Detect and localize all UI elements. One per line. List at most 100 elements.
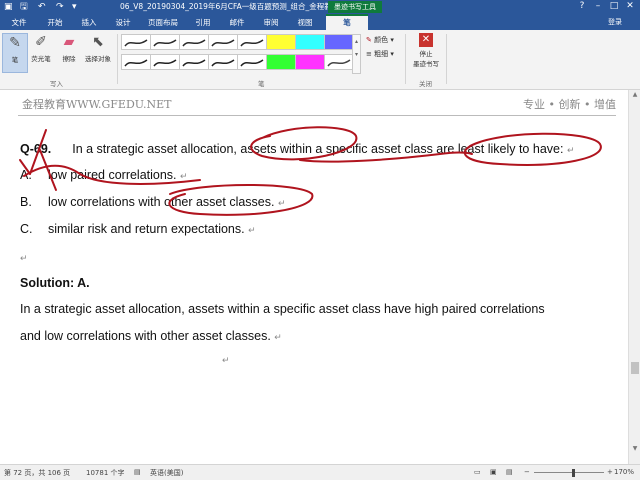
- pen-swatch[interactable]: [208, 34, 238, 50]
- eraser-button[interactable]: ▰ 擦除: [56, 33, 82, 73]
- minimize-icon[interactable]: –: [590, 0, 606, 14]
- sign-in-link[interactable]: 登录: [608, 17, 622, 27]
- document-page[interactable]: 金程教育WWW.GFEDU.NET 专业 • 创新 • 增值 Q-69. In …: [0, 90, 628, 464]
- read-mode-icon[interactable]: ▭: [474, 468, 481, 476]
- solution-heading: Solution: A.: [20, 276, 90, 290]
- pen-swatch[interactable]: [150, 34, 180, 50]
- scroll-up-icon[interactable]: ▲: [629, 90, 640, 100]
- pen-thickness-button[interactable]: ≡ 粗细 ▾: [366, 49, 394, 59]
- option-a: A. low paired correlations. ↵: [20, 168, 188, 182]
- tab-file[interactable]: 文件: [4, 16, 34, 30]
- pen-color-button[interactable]: ✎ 颜色 ▾: [366, 35, 394, 45]
- group-label-write: 写入: [50, 80, 63, 88]
- option-c: C. similar risk and return expectations. …: [20, 222, 256, 236]
- select-objects-button[interactable]: ⬉ 选择对象: [82, 33, 114, 73]
- tab-pens[interactable]: 笔: [326, 14, 368, 30]
- paragraph-mark: ↵: [566, 145, 575, 155]
- pen-swatch[interactable]: [208, 54, 238, 70]
- tab-home[interactable]: 开始: [40, 16, 70, 30]
- pen-gallery: [121, 34, 359, 74]
- group-label-pens: 笔: [258, 80, 265, 88]
- group-label-close: 关闭: [419, 80, 432, 88]
- cursor-icon: ⬉: [92, 34, 104, 50]
- pen-swatch[interactable]: [295, 34, 325, 50]
- zoom-in-button[interactable]: +: [607, 468, 613, 476]
- paragraph-mark: ↵: [274, 332, 282, 342]
- print-layout-icon[interactable]: ▣: [490, 468, 497, 476]
- pen-swatch[interactable]: [237, 34, 267, 50]
- group-divider: [117, 34, 118, 84]
- eraser-icon: ▰: [63, 34, 75, 50]
- page-header-right: 专业 • 创新 • 增值: [523, 98, 616, 111]
- pen-icon: ✎: [9, 35, 21, 51]
- empty-paragraph: ↵: [20, 250, 28, 264]
- tab-mailings[interactable]: 邮件: [222, 16, 252, 30]
- group-divider: [405, 34, 406, 84]
- pen-swatch[interactable]: [324, 54, 354, 70]
- question-number: Q-69.: [20, 142, 52, 156]
- stop-inking-button[interactable]: ✕ 停止 墨迹书写: [410, 33, 442, 68]
- word-count[interactable]: 10781 个字: [86, 468, 125, 478]
- solution-text: and low correlations with other asset cl…: [20, 329, 271, 343]
- tab-references[interactable]: 引用: [188, 16, 218, 30]
- proofing-icon[interactable]: ▤: [134, 468, 141, 476]
- page-header-left: 金程教育WWW.GFEDU.NET: [22, 98, 172, 111]
- paragraph-mark: ↵: [20, 253, 28, 263]
- pen-swatch[interactable]: [179, 34, 209, 50]
- save-icon[interactable]: 🖫: [20, 1, 28, 13]
- paragraph-mark: ↵: [277, 198, 286, 208]
- pen-swatch[interactable]: [121, 34, 151, 50]
- page-count[interactable]: 第 72 页，共 106 页: [4, 468, 70, 478]
- solution-line-1: In a strategic asset allocation, assets …: [20, 302, 545, 316]
- highlighter-button[interactable]: ✐ 荧光笔: [28, 33, 54, 73]
- maximize-icon[interactable]: □: [606, 0, 622, 14]
- pen-swatch[interactable]: [295, 54, 325, 70]
- pen-swatch[interactable]: [121, 54, 151, 70]
- redo-icon[interactable]: ↷: [56, 1, 64, 13]
- paragraph-mark: ↵: [180, 171, 188, 181]
- option-text: low correlations with other asset classe…: [48, 195, 275, 209]
- ribbon: ✎ 笔 ✐ 荧光笔 ▰ 擦除 ⬉ 选择对象 写入 ▴ ▾ ✎ 颜色 ▾ ≡ 粗细 …: [0, 30, 640, 90]
- tab-insert[interactable]: 插入: [74, 16, 104, 30]
- pen-color-icon: ✎: [366, 36, 372, 44]
- pen-gallery-scroll[interactable]: ▴ ▾: [352, 34, 361, 74]
- solution-line-2: and low correlations with other asset cl…: [20, 329, 282, 343]
- zoom-slider[interactable]: [534, 472, 604, 473]
- paragraph-mark: ↵: [222, 355, 230, 365]
- pen-swatch[interactable]: [324, 34, 354, 50]
- tab-layout[interactable]: 页面布局: [142, 16, 184, 30]
- pen-swatch[interactable]: [179, 54, 209, 70]
- tab-design[interactable]: 设计: [108, 16, 138, 30]
- question-line: Q-69. In a strategic asset allocation, a…: [20, 142, 574, 156]
- empty-paragraph: ↵: [222, 352, 230, 366]
- vertical-scrollbar[interactable]: ▲ ▼: [628, 90, 640, 464]
- tab-review[interactable]: 审阅: [256, 16, 286, 30]
- pen-swatch[interactable]: [266, 34, 296, 50]
- option-text: low paired correlations.: [48, 168, 177, 182]
- question-text: In a strategic asset allocation, assets …: [72, 142, 564, 156]
- option-label: B.: [20, 195, 32, 209]
- zoom-level[interactable]: 170%: [614, 468, 634, 476]
- status-bar: 第 72 页，共 106 页 10781 个字 ▤ 英语(美国) ▭ ▣ ▤ −…: [0, 464, 640, 480]
- undo-icon[interactable]: ↶: [38, 1, 46, 13]
- option-label: A.: [20, 168, 32, 182]
- group-divider: [446, 34, 447, 84]
- scrollbar-thumb[interactable]: [631, 362, 639, 374]
- zoom-slider-thumb[interactable]: [572, 469, 575, 477]
- solution-text: In a strategic asset allocation, assets …: [20, 302, 545, 316]
- pen-swatch[interactable]: [150, 54, 180, 70]
- header-rule: [18, 115, 616, 116]
- language-status[interactable]: 英语(美国): [150, 468, 183, 478]
- stop-icon: ✕: [419, 33, 433, 47]
- close-icon[interactable]: ✕: [622, 0, 638, 14]
- pen-swatch[interactable]: [237, 54, 267, 70]
- tab-view[interactable]: 视图: [290, 16, 320, 30]
- option-text: similar risk and return expectations.: [48, 222, 245, 236]
- zoom-out-button[interactable]: −: [524, 468, 530, 476]
- quick-access-more-icon[interactable]: ▾: [72, 1, 77, 13]
- pen-swatch[interactable]: [266, 54, 296, 70]
- web-layout-icon[interactable]: ▤: [506, 468, 513, 476]
- scroll-down-icon[interactable]: ▼: [629, 444, 640, 454]
- help-icon[interactable]: ?: [574, 0, 590, 14]
- pen-button[interactable]: ✎ 笔: [2, 33, 28, 73]
